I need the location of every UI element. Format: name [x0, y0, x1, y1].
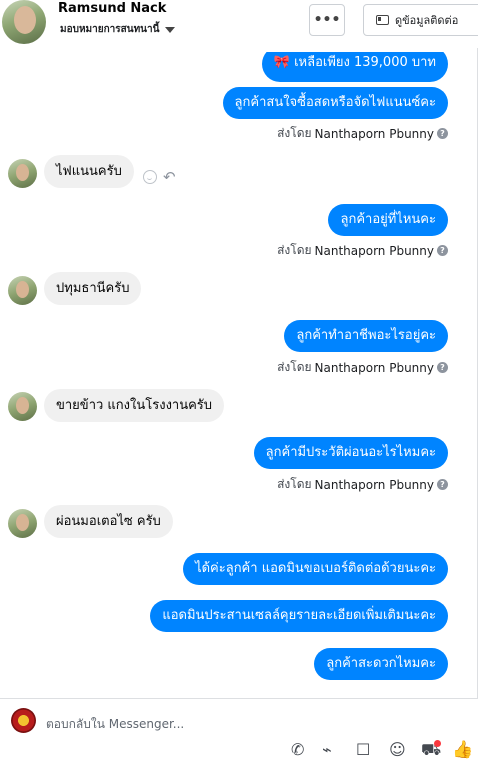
question-icon[interactable]: ?	[437, 128, 448, 139]
message-bubble-out: ลูกค้าทำอาชีพอะไรอยู่คะ	[284, 320, 448, 352]
message-thread[interactable]: 🎀 เหลือเพียง 139,000 บาท ลูกค้าสนใจซื้อส…	[0, 48, 478, 698]
message-bubble-out: แอดมินประสานเซลล์คุยรายละเอียดเพิ่มเติมน…	[150, 600, 448, 632]
sent-by-label: ส่งโดย Nanthaporn Pbunny ?	[277, 475, 448, 494]
contact-card-icon	[376, 15, 389, 25]
message-bubble-in: ไฟแนนครับ	[44, 155, 134, 188]
message-bubble-out: ลูกค้ามีประวัติผ่อนอะไรไหมคะ	[253, 437, 448, 469]
chevron-down-icon	[165, 26, 176, 33]
sent-by-label: ส่งโดย Nanthaporn Pbunny ?	[277, 241, 448, 260]
question-icon[interactable]: ?	[437, 245, 448, 256]
message-bubble-out: ลูกค้าอยู่ที่ไหนคะ	[328, 204, 448, 236]
attachment-icon[interactable]: ⌁	[322, 742, 332, 758]
cart-notification-dot	[434, 740, 441, 747]
assign-conversation-dropdown[interactable]: มอบหมายการสนทนานี้	[60, 22, 176, 37]
view-contact-info-button[interactable]: ดูข้อมูลติดต่อ	[363, 4, 478, 36]
message-bubble-in: ขายข้าว แกงในโรงงานครับ	[44, 389, 225, 422]
message-actions: ↶	[143, 170, 176, 185]
contact-avatar-small	[8, 509, 37, 538]
sent-by-label: ส่งโดย Nanthaporn Pbunny ?	[277, 124, 448, 143]
question-icon[interactable]: ?	[437, 479, 448, 490]
conversation-header: Ramsund Nack มอบหมายการสนทนานี้ ••• ดูข้…	[0, 0, 478, 48]
page-logo	[11, 708, 36, 733]
question-icon[interactable]: ?	[437, 362, 448, 373]
contact-name[interactable]: Ramsund Nack	[58, 1, 166, 16]
more-icon: •••	[313, 12, 341, 28]
sent-by-label: ส่งโดย Nanthaporn Pbunny ?	[277, 358, 448, 377]
reply-icon[interactable]: ↶	[163, 170, 176, 185]
reply-input[interactable]: ตอบกลับใน Messenger...	[46, 715, 184, 734]
contact-avatar[interactable]	[2, 0, 46, 44]
message-bubble-out: ได้ค่ะลูกค้า แอดมินขอเบอร์ติดต่อด้วยนะคะ	[183, 553, 448, 585]
emoji-icon[interactable]: ☺	[389, 742, 406, 758]
message-bubble-in: ผ่อนมอเตอไซ ครับ	[44, 505, 173, 538]
contact-avatar-small	[8, 159, 37, 188]
message-bubble-in: ปทุมธานีครับ	[44, 272, 142, 305]
chat-icon[interactable]: ☐	[356, 742, 370, 758]
like-icon[interactable]: 👍	[452, 742, 473, 759]
message-bubble-out: 🎀 เหลือเพียง 139,000 บาท	[261, 52, 448, 82]
phone-icon[interactable]: ✆	[291, 742, 304, 758]
view-contact-info-label: ดูข้อมูลติดต่อ	[395, 14, 459, 27]
message-bubble-out: ลูกค้าสนใจซื้อสดหรือจัดไฟแนนซ์คะ	[222, 87, 448, 119]
assign-label: มอบหมายการสนทนานี้	[60, 24, 160, 35]
smile-icon[interactable]	[143, 170, 157, 184]
more-options-button[interactable]: •••	[309, 4, 345, 36]
message-bubble-out: ลูกค้าสะดวกไหมคะ	[314, 648, 448, 680]
contact-avatar-small	[8, 392, 37, 421]
contact-avatar-small	[8, 276, 37, 305]
message-composer: ตอบกลับใน Messenger... ✆ ⌁ ☐ ☺ ⛟ 👍	[0, 698, 478, 765]
